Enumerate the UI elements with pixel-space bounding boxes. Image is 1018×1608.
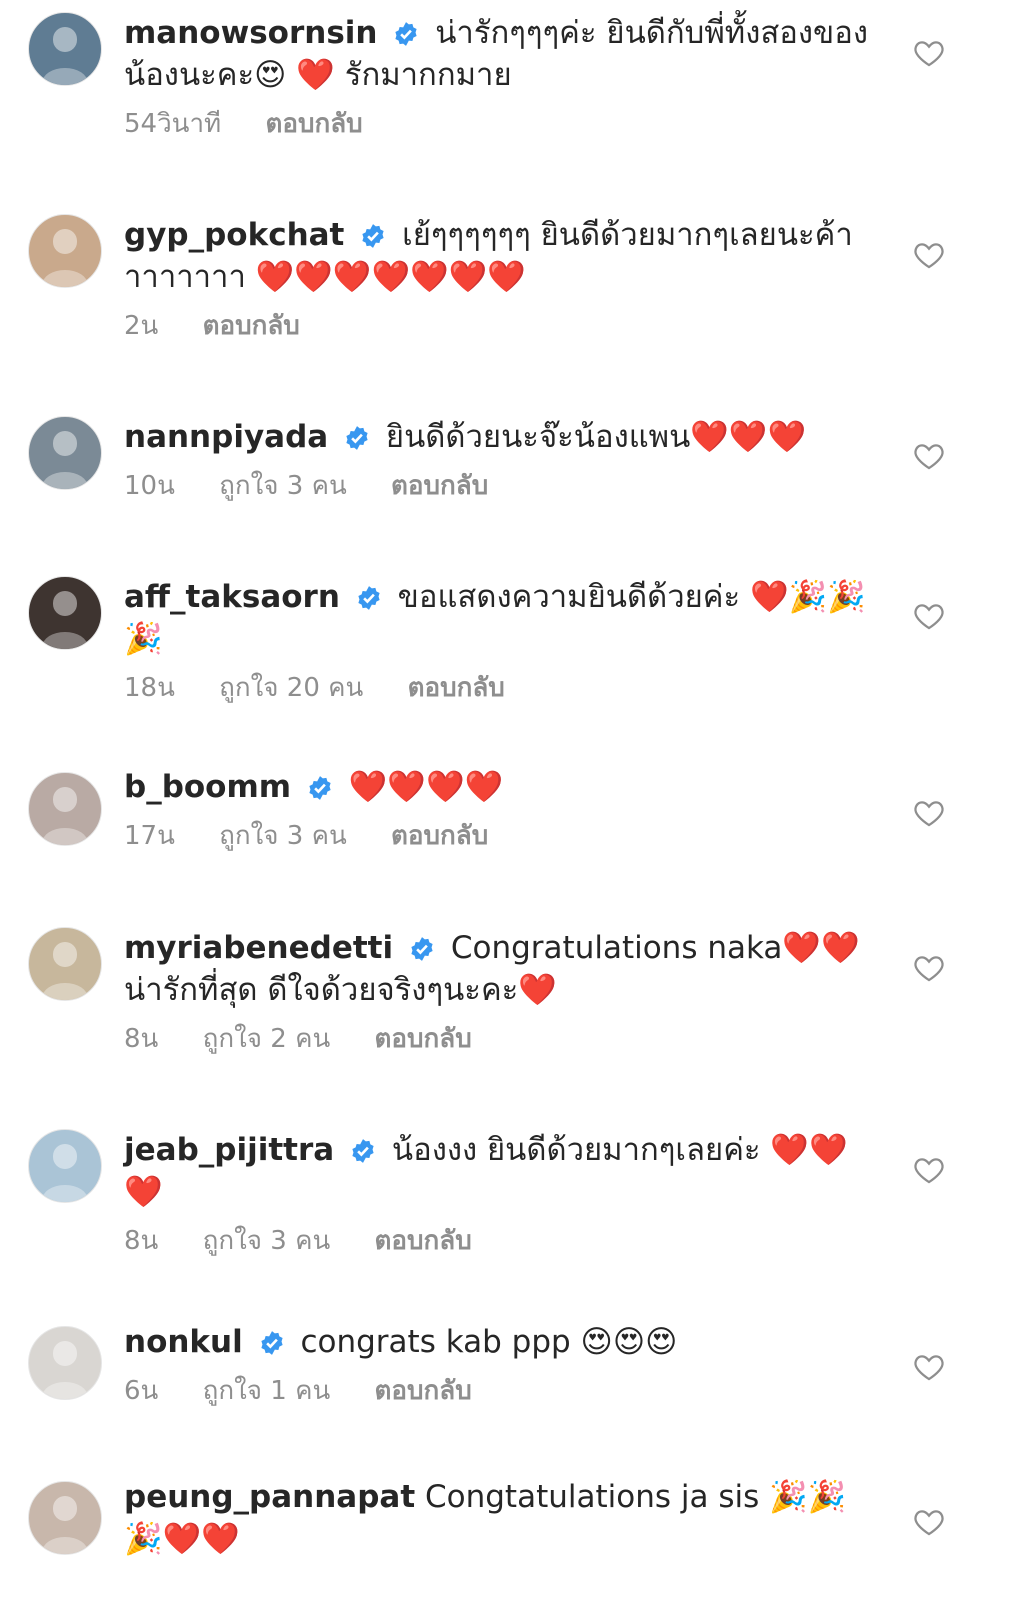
- comment-meta: 6น ถูกใจ 1 คน ตอบกลับ: [124, 1375, 884, 1407]
- username[interactable]: manowsornsin: [124, 15, 377, 51]
- comment-text: nonkul congrats kab ppp 😍😍😍: [124, 1321, 884, 1363]
- reply-button[interactable]: ตอบกลับ: [391, 471, 488, 501]
- reply-button[interactable]: ตอบกลับ: [375, 1376, 472, 1406]
- avatar[interactable]: [28, 1326, 102, 1400]
- avatar[interactable]: [28, 214, 102, 288]
- like-heart-icon[interactable]: [912, 599, 946, 633]
- likes-count[interactable]: ถูกใจ 3 คน: [219, 821, 347, 851]
- like-heart-icon[interactable]: [912, 36, 946, 70]
- comment-body: ❤️❤️❤️❤️: [348, 769, 504, 805]
- comment-time: 2น: [124, 311, 159, 341]
- verified-badge-icon: [352, 1139, 374, 1163]
- verified-badge-icon: [411, 937, 433, 961]
- username[interactable]: gyp_pokchat: [124, 217, 344, 253]
- likes-count[interactable]: ถูกใจ 20 คน: [219, 673, 363, 703]
- comment-text: aff_taksaorn ขอแสดงความยินดีด้วยค่ะ ❤️🎉🎉…: [124, 576, 884, 660]
- avatar[interactable]: [28, 772, 102, 846]
- verified-badge-icon: [358, 586, 380, 610]
- avatar[interactable]: [28, 927, 102, 1001]
- comment-text: peung_pannapat Congtatulations ja sis 🎉🎉…: [124, 1476, 884, 1560]
- like-heart-icon[interactable]: [912, 238, 946, 272]
- verified-badge-icon: [309, 776, 331, 800]
- comment-time: 18น: [124, 673, 175, 703]
- comment-body: ยินดีด้วยนะจ๊ะน้องแพน❤️❤️❤️: [385, 419, 807, 455]
- verified-badge-icon: [346, 426, 368, 450]
- comment-text: b_boomm ❤️❤️❤️❤️: [124, 766, 884, 808]
- likes-count[interactable]: ถูกใจ 3 คน: [203, 1226, 331, 1256]
- username[interactable]: jeab_pijittra: [124, 1132, 334, 1168]
- reply-button[interactable]: ตอบกลับ: [375, 1024, 472, 1054]
- like-heart-icon[interactable]: [912, 439, 946, 473]
- comment-time: 54วินาที: [124, 109, 222, 139]
- comment-time: 10น: [124, 471, 175, 501]
- avatar[interactable]: [28, 576, 102, 650]
- reply-button[interactable]: ตอบกลับ: [375, 1226, 472, 1256]
- avatar[interactable]: [28, 416, 102, 490]
- username[interactable]: b_boomm: [124, 769, 291, 805]
- avatar[interactable]: [28, 12, 102, 86]
- username[interactable]: myriabenedetti: [124, 930, 393, 966]
- comment-text: gyp_pokchat เย้ๆๆๆๆๆๆ ยินดีด้วยมากๆเลยนะ…: [124, 214, 884, 298]
- reply-button[interactable]: ตอบกลับ: [391, 821, 488, 851]
- reply-button[interactable]: ตอบกลับ: [203, 311, 300, 341]
- like-heart-icon[interactable]: [912, 951, 946, 985]
- comment-meta: 18น ถูกใจ 20 คน ตอบกลับ: [124, 672, 884, 704]
- comment-text: nannpiyada ยินดีด้วยนะจ๊ะน้องแพน❤️❤️❤️: [124, 416, 884, 458]
- username[interactable]: peung_pannapat: [124, 1479, 415, 1515]
- like-heart-icon[interactable]: [912, 796, 946, 830]
- comment-body: congrats kab ppp 😍😍😍: [300, 1324, 678, 1360]
- verified-badge-icon: [395, 22, 417, 46]
- verified-badge-icon: [260, 1331, 283, 1355]
- comment-meta: 54วินาที ตอบกลับ: [124, 108, 884, 140]
- like-heart-icon[interactable]: [912, 1153, 946, 1187]
- likes-count[interactable]: ถูกใจ 2 คน: [203, 1024, 331, 1054]
- likes-count[interactable]: ถูกใจ 1 คน: [203, 1376, 331, 1406]
- comment-time: 8น: [124, 1024, 159, 1054]
- comment-meta: 17น ถูกใจ 3 คน ตอบกลับ: [124, 820, 884, 852]
- like-heart-icon[interactable]: [912, 1505, 946, 1539]
- username[interactable]: nannpiyada: [124, 419, 328, 455]
- comment-text: jeab_pijittra น้องงง ยินดีด้วยมากๆเลยค่ะ…: [124, 1129, 884, 1213]
- avatar[interactable]: [28, 1481, 102, 1555]
- avatar[interactable]: [28, 1129, 102, 1203]
- comment-meta: 2น ตอบกลับ: [124, 310, 884, 342]
- username[interactable]: nonkul: [124, 1324, 243, 1360]
- comment-meta: 10น ถูกใจ 3 คน ตอบกลับ: [124, 470, 884, 502]
- like-heart-icon[interactable]: [912, 1350, 946, 1384]
- reply-button[interactable]: ตอบกลับ: [408, 673, 505, 703]
- username[interactable]: aff_taksaorn: [124, 579, 340, 615]
- comment-meta: 8น ถูกใจ 3 คน ตอบกลับ: [124, 1225, 884, 1257]
- comment-meta: 8น ถูกใจ 2 คน ตอบกลับ: [124, 1023, 884, 1055]
- reply-button[interactable]: ตอบกลับ: [265, 109, 362, 139]
- comment-text: myriabenedetti Congratulations naka❤️❤️ …: [124, 927, 884, 1011]
- verified-badge-icon: [362, 224, 384, 248]
- likes-count[interactable]: ถูกใจ 3 คน: [219, 471, 347, 501]
- comment-time: 8น: [124, 1226, 159, 1256]
- comment-text: manowsornsin น่ารักๆๆๆค่ะ ยินดีกับพี่ทั้…: [124, 12, 884, 96]
- comment-time: 6น: [124, 1376, 159, 1406]
- comment-time: 17น: [124, 821, 175, 851]
